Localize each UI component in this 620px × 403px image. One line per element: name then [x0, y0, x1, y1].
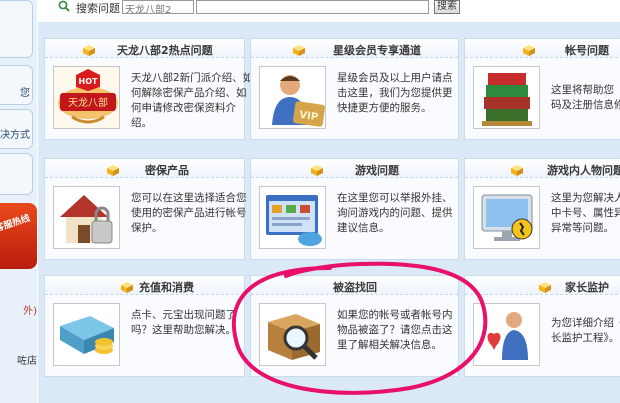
cube-icon	[523, 45, 535, 56]
character-monitor-icon[interactable]	[473, 186, 540, 249]
card-description: 点卡、元宝出现问题了 吗？这里帮助您解决。	[131, 308, 236, 338]
card-header: 帐号问题	[465, 39, 620, 58]
card-title: 家长监护	[565, 281, 609, 294]
card-header: 游戏问题	[251, 159, 458, 178]
search-label: 搜索问题	[76, 2, 120, 15]
hot-topic-icon[interactable]: 天龙八部 HOT	[53, 66, 120, 129]
desc-line: 如果您的帐号或者帐号内	[337, 309, 453, 321]
help-center-page: 您 决方式 客服热线 外) 咗店 搜索问题 天龙八部2 搜索 天龙八部2热点问题	[0, 0, 620, 403]
sidebar-item-1[interactable]	[0, 0, 33, 58]
card-description: 为您详细介绍《 长监护工程》。	[551, 316, 620, 346]
card-header: 密保产品	[45, 159, 244, 178]
card-title: 游戏问题	[355, 164, 399, 177]
hot-banner-text: 天龙八部	[68, 96, 108, 109]
desc-line: 击这里，我们为您提供更	[337, 87, 453, 99]
desc-line: 为您详细介绍《	[551, 317, 620, 329]
search-scope-select[interactable]: 天龙八部2	[122, 0, 194, 14]
card-description: 这里为您解决人 中卡号、属性异 异常等问题。	[551, 191, 620, 236]
desc-line: 点卡、元宝出现问题了	[131, 309, 236, 321]
search-input[interactable]	[196, 0, 429, 14]
search-scope-value: 天龙八部2	[125, 5, 172, 14]
desc-line: 使用的密保产品进行帐号	[131, 207, 247, 219]
vip-member-icon[interactable]: VIP	[259, 66, 326, 129]
cube-icon	[511, 165, 523, 176]
card-title: 游戏内人物问题	[547, 164, 620, 177]
card-title: 密保产品	[145, 164, 189, 177]
card-description: 这里将帮助您 码及注册信息修	[551, 83, 620, 113]
card-title: 充值和消费	[139, 281, 194, 294]
desc-line: 保护。	[131, 222, 163, 234]
desc-line: 码及注册信息修	[551, 99, 620, 111]
card-character-issues[interactable]: 游戏内人物问题 这里为您解决人 中卡号、属性异 异常等问题。	[464, 158, 620, 260]
card-description: 星级会员及以上用户请点 击这里，我们为您提供更 快捷更方便的服务。	[337, 71, 453, 116]
card-title: 星级会员专享通道	[333, 44, 421, 57]
desc-line: 何解除密保产品介绍、如	[131, 87, 247, 99]
card-game-issues[interactable]: 游戏问题 在这里您可以举报外挂、 询问游戏内的问题、提供 建议信息。	[250, 158, 459, 260]
sidebar-item-label: 您	[20, 88, 30, 99]
promo-text: 客服热线	[0, 213, 32, 235]
desc-line: 在这里您可以举报外挂、	[337, 192, 453, 204]
search-icon	[58, 0, 70, 12]
card-header: 游戏内人物问题	[465, 159, 620, 178]
desc-line: 这里将帮助您	[551, 84, 614, 96]
search-button[interactable]: 搜索	[434, 0, 460, 14]
sidebar-item-label: 决方式	[0, 130, 30, 141]
card-header: 天龙八部2热点问题	[45, 39, 244, 58]
security-house-icon[interactable]	[53, 186, 120, 249]
desc-line: 这里为您解决人	[551, 192, 620, 204]
desc-line: 物品被盗了？请您点击这	[337, 324, 453, 336]
card-security-products[interactable]: 密保产品 您可以在这里选择适合您 使用的密保产品进行帐号 保护。	[44, 158, 247, 260]
game-window-icon[interactable]	[259, 186, 326, 249]
card-header: 星级会员专享通道	[251, 39, 458, 58]
account-books-icon[interactable]	[473, 66, 540, 129]
desc-line: 绍。	[131, 117, 152, 129]
card-title: 天龙八部2热点问题	[117, 44, 213, 57]
desc-line: 建议信息。	[337, 222, 390, 234]
recharge-cards-icon[interactable]	[53, 303, 120, 366]
sidebar-text-2[interactable]: 咗店	[0, 352, 37, 367]
desc-line: 询问游戏内的问题、提供	[337, 207, 453, 219]
card-description: 在这里您可以举报外挂、 询问游戏内的问题、提供 建议信息。	[337, 191, 453, 236]
cube-icon	[107, 165, 119, 176]
desc-line: 快捷更方便的服务。	[337, 102, 432, 114]
card-recharge[interactable]: 充值和消费 点卡、元宝出现问题了 吗？这里帮助您解决。	[44, 275, 245, 377]
card-title: 帐号问题	[565, 44, 609, 57]
card-description: 如果您的帐号或者帐号内 物品被盗了？请您点击这 里了解相关解决信息。	[337, 308, 453, 353]
cube-icon	[311, 165, 323, 176]
stolen-recovery-box-icon[interactable]	[259, 303, 326, 366]
card-header: 被盗找回	[251, 276, 458, 295]
desc-line: 异常等问题。	[551, 222, 614, 234]
desc-line: 您可以在这里选择适合您	[131, 192, 247, 204]
desc-line: 星级会员及以上用户请点	[337, 72, 453, 84]
desc-line: 天龙八部2新门派介绍、如	[131, 72, 254, 84]
cube-icon	[293, 45, 305, 56]
desc-line: 吗？这里帮助您解决。	[131, 324, 236, 336]
sidebar-item-3[interactable]: 决方式	[0, 109, 33, 149]
card-hot-topics[interactable]: 天龙八部2热点问题 天龙八部 HOT 天龙八部2新门派介绍、如 何解除密保产品介…	[44, 38, 253, 140]
card-vip-channel[interactable]: 星级会员专享通道 VIP 星级会员及以上用户请点 击这里，我们为您提供更 快捷更…	[250, 38, 459, 140]
card-title: 被盗找回	[333, 281, 377, 294]
desc-line: 何申请修改密保资料介	[131, 102, 236, 114]
parental-guard-icon[interactable]	[473, 303, 540, 366]
desc-line: 中卡号、属性异	[551, 207, 620, 219]
card-header: 家长监护	[465, 276, 620, 295]
card-description: 您可以在这里选择适合您 使用的密保产品进行帐号 保护。	[131, 191, 247, 236]
desc-line: 里了解相关解决信息。	[337, 339, 442, 351]
sidebar-item-4[interactable]	[0, 153, 33, 195]
cube-icon	[83, 45, 95, 56]
left-sidebar: 您 决方式 客服热线 外) 咗店	[0, 0, 37, 403]
card-header: 充值和消费	[45, 276, 244, 295]
hot-badge-text: HOT	[79, 77, 98, 86]
card-account-issues[interactable]: 帐号问题 这里将帮助您 码及注册信息修	[464, 38, 620, 140]
desc-line: 长监护工程》。	[551, 332, 620, 344]
cube-icon	[539, 282, 551, 293]
sidebar-item-2[interactable]: 您	[0, 65, 33, 105]
search-bar: 搜索问题 天龙八部2 搜索	[44, 0, 620, 16]
sidebar-promo-banner[interactable]: 客服热线	[0, 203, 37, 269]
card-stolen-recovery[interactable]: 被盗找回 如果您的帐号或者帐号内 物品被盗了？请您点击这 里了解相关解决信息。	[250, 275, 459, 377]
card-description: 天龙八部2新门派介绍、如 何解除密保产品介绍、如 何申请修改密保资料介 绍。	[131, 71, 253, 131]
cube-icon	[121, 282, 133, 293]
sidebar-text-1[interactable]: 外)	[0, 302, 37, 317]
card-parental-guard[interactable]: 家长监护 为您详细介绍《 长监护工程》。	[464, 275, 620, 377]
